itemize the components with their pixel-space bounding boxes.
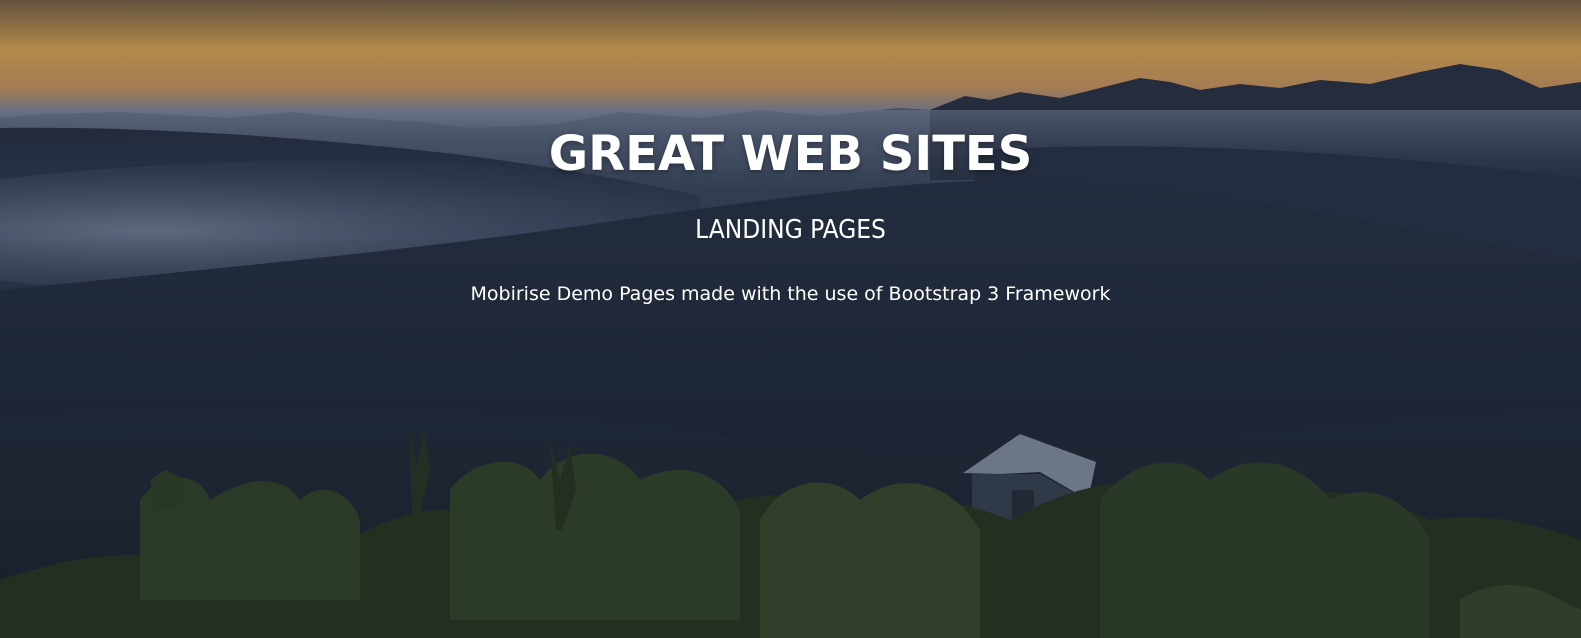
hero-section: GREAT WEB SITES LANDING PAGES Mobirise D…	[0, 0, 1581, 638]
hero-subtitle: LANDING PAGES	[695, 215, 886, 245]
hero-title: GREAT WEB SITES	[548, 126, 1033, 182]
background-overlay	[0, 0, 1581, 638]
hero-tagline: Mobirise Demo Pages made with the use of…	[470, 283, 1111, 305]
